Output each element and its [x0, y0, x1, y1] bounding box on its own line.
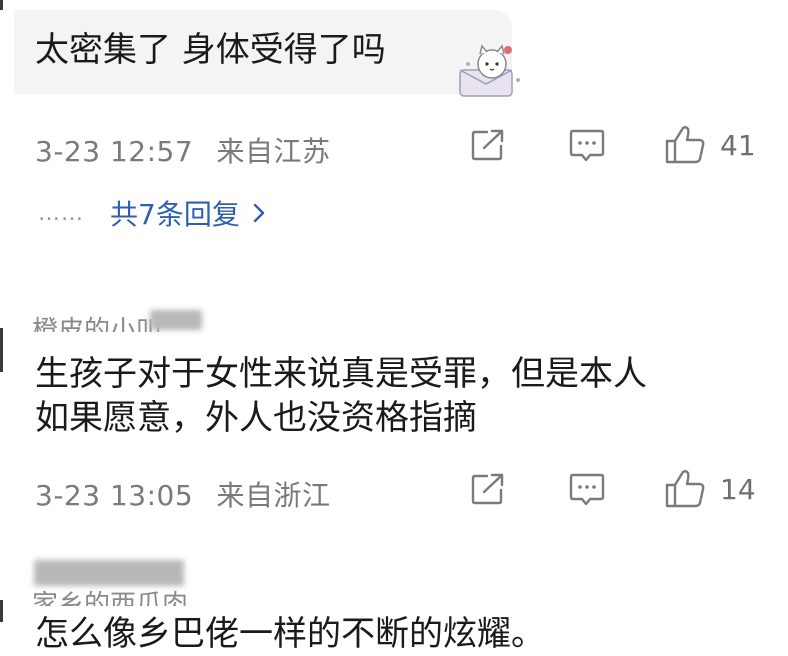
share-button[interactable]	[470, 128, 506, 162]
view-replies-link[interactable]: …… 共7条回复	[38, 193, 266, 233]
share-icon	[471, 473, 504, 505]
like-button[interactable]: 14	[664, 468, 756, 510]
comment-time: 3-23 12:57	[35, 135, 194, 168]
cat-sticker-icon	[459, 44, 520, 97]
reply-button[interactable]	[568, 472, 606, 508]
comment-username[interactable]: 橙皮的小叫	[32, 310, 162, 332]
thumbs-up-icon	[665, 126, 705, 164]
comment-username[interactable]: 家乡的西瓜肉	[32, 584, 188, 606]
share-button[interactable]	[470, 472, 506, 506]
comment-meta: 3-23 13:05 来自浙江	[35, 474, 331, 514]
comment-location: 来自浙江	[216, 479, 331, 512]
comment-location: 来自江苏	[216, 135, 331, 168]
username-blur	[150, 310, 202, 330]
reply-button[interactable]	[568, 128, 606, 164]
thumbs-up-icon	[665, 470, 705, 508]
replies-indent-dots: ……	[38, 200, 84, 226]
comment-meta: 3-23 12:57 来自江苏	[35, 130, 331, 170]
comment-text: 生孩子对于女性来说真是受罪，但是本人 如果愿意，外人也没资格指摘	[35, 354, 647, 438]
like-button[interactable]: 41	[664, 124, 756, 166]
scroll-edge-mark	[0, 0, 3, 10]
avatar-blur	[34, 560, 184, 586]
comment-icon	[569, 473, 605, 506]
like-count: 14	[720, 472, 756, 506]
share-icon	[471, 129, 504, 161]
replies-count-label: 共7条回复	[110, 198, 240, 231]
chevron-right-icon	[253, 203, 265, 223]
comment-text: 怎么像乡巴佬一样的不断的炫耀。	[35, 614, 545, 654]
like-count: 41	[720, 128, 756, 162]
comment-time: 3-23 13:05	[35, 479, 194, 512]
comment-icon	[569, 129, 605, 162]
scroll-edge-mark	[0, 600, 3, 622]
comment-text: 太密集了 身体受得了吗	[35, 30, 386, 70]
scroll-edge-mark	[0, 328, 3, 372]
